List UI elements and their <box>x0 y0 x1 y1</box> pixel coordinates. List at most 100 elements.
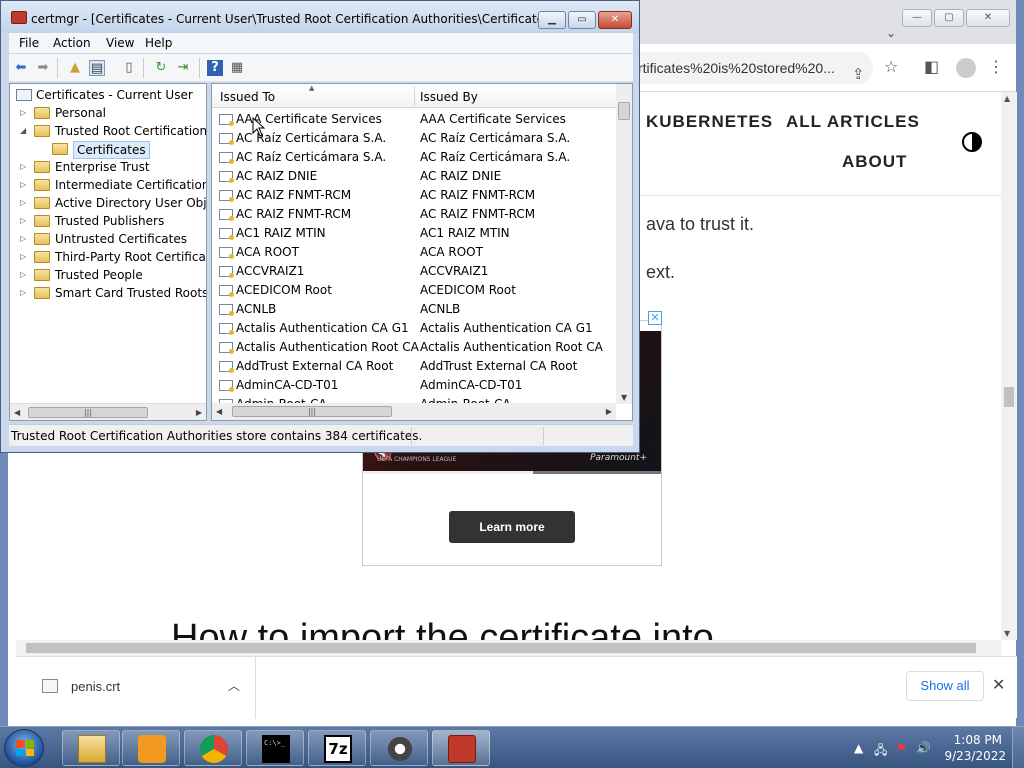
list-vertical-scrollbar[interactable]: ▼ <box>616 84 632 404</box>
certmgr-titlebar[interactable]: certmgr - [Certificates - Current User\T… <box>1 1 639 33</box>
expand-icon[interactable]: ▷ <box>20 158 30 176</box>
menu-help[interactable]: Help <box>145 36 172 50</box>
taskbar-cmd[interactable]: C:\>_ <box>246 730 304 766</box>
expand-icon[interactable]: ▷ <box>20 284 30 302</box>
bookmark-star-icon[interactable]: ☆ <box>884 57 898 76</box>
clock-time[interactable]: 1:08 PM <box>954 733 1002 747</box>
expand-icon[interactable]: ▷ <box>20 266 30 284</box>
nav-all-articles-link[interactable]: ALL ARTICLES <box>786 112 920 132</box>
list-horizontal-scrollbar[interactable]: ◀ ||| ▶ <box>212 403 616 420</box>
refresh-icon[interactable]: ↻ <box>153 60 169 76</box>
action-center-icon[interactable]: ⚑ <box>896 741 907 755</box>
menu-view[interactable]: View <box>106 36 134 50</box>
certificate-row[interactable]: AAA Certificate Services AAA Certificate … <box>212 110 616 129</box>
collapse-icon[interactable]: ◢ <box>20 122 30 140</box>
certificate-row[interactable]: AC1 RAIZ MTIN AC1 RAIZ MTIN <box>212 224 616 243</box>
tree-root[interactable]: Certificates - Current User <box>12 86 206 104</box>
show-hidden-icons[interactable]: ▲ <box>854 741 863 755</box>
scroll-left-icon[interactable]: ◀ <box>14 408 20 417</box>
profile-avatar-icon[interactable] <box>956 58 976 78</box>
tree-node-smart-card[interactable]: ▷ Smart Card Trusted Roots <box>20 284 206 302</box>
browser-close-button[interactable]: ✕ <box>966 9 1010 27</box>
expand-icon[interactable]: ▷ <box>20 212 30 230</box>
page-horizontal-scrollbar[interactable] <box>16 640 1001 656</box>
minimize-button[interactable]: ▁ <box>538 11 566 29</box>
certificate-row[interactable]: Actalis Authentication Root CA Actalis Au… <box>212 338 616 357</box>
tree-node-untrusted[interactable]: ▷ Untrusted Certificates <box>20 230 206 248</box>
tree-node-intermediate[interactable]: ▷Intermediate Certification Au <box>20 176 206 194</box>
taskbar-media-player[interactable] <box>122 730 180 766</box>
expand-icon[interactable]: ▷ <box>20 176 30 194</box>
nav-kubernetes-link[interactable]: KUBERNETES <box>646 112 773 132</box>
ad-close-icon[interactable]: ✕ <box>648 311 662 325</box>
scroll-right-icon[interactable]: ▶ <box>196 408 202 417</box>
page-horizontal-scroll-thumb[interactable] <box>26 643 976 653</box>
address-bar[interactable]: rtificates%20is%20stored%20... ⇪ <box>628 52 873 84</box>
taskbar-certmgr[interactable] <box>432 730 490 766</box>
scroll-right-icon[interactable]: ▶ <box>606 407 612 416</box>
certificate-row[interactable]: ACNLB ACNLB <box>212 300 616 319</box>
share-icon[interactable]: ⇪ <box>852 65 865 83</box>
menu-action[interactable]: Action <box>53 36 91 50</box>
side-panel-icon[interactable]: ◧ <box>924 57 939 76</box>
browser-maximize-button[interactable]: ▢ <box>934 9 964 27</box>
show-all-downloads-button[interactable]: Show all <box>906 671 984 701</box>
export-list-icon[interactable]: ⇥ <box>175 60 191 76</box>
nav-about-link[interactable]: ABOUT <box>842 152 907 172</box>
certificate-row[interactable]: ACEDICOM Root ACEDICOM Root <box>212 281 616 300</box>
certificate-row[interactable]: AddTrust External CA Root AddTrust Extern… <box>212 357 616 376</box>
action-pane-icon[interactable]: ▦ <box>229 60 245 76</box>
page-vertical-scroll-thumb[interactable] <box>1004 387 1014 407</box>
expand-icon[interactable]: ▷ <box>20 230 30 248</box>
certificate-row[interactable]: AC Raíz Certicámara S.A. AC Raíz Certicám… <box>212 148 616 167</box>
menu-kebab-icon[interactable]: ⋮ <box>988 57 1004 76</box>
download-file-name[interactable]: penis.crt <box>71 679 120 694</box>
expand-icon[interactable]: ▷ <box>20 194 30 212</box>
menu-file[interactable]: File <box>19 36 39 50</box>
certificate-row[interactable]: AdminCA-CD-T01 AdminCA-CD-T01 <box>212 376 616 395</box>
taskbar-explorer[interactable] <box>62 730 120 766</box>
column-issued-to[interactable]: Issued To <box>220 90 275 104</box>
certificate-row[interactable]: ACCVRAIZ1 ACCVRAIZ1 <box>212 262 616 281</box>
forward-icon[interactable]: ➡ <box>35 60 51 76</box>
show-desktop-button[interactable] <box>1012 727 1024 768</box>
tree-node-active-directory[interactable]: ▷Active Directory User Object <box>20 194 206 212</box>
help-icon[interactable]: ? <box>207 60 223 76</box>
certificate-row[interactable]: AC RAIZ DNIE AC RAIZ DNIE <box>212 167 616 186</box>
start-button[interactable] <box>4 729 44 767</box>
list-vertical-scroll-thumb[interactable] <box>618 102 630 120</box>
show-hide-tree-icon[interactable]: ▤ <box>89 60 105 76</box>
tree-node-third-party-root[interactable]: ▷Third-Party Root Certification <box>20 248 206 266</box>
volume-icon[interactable]: 🔊 <box>916 741 931 755</box>
tree-node-enterprise-trust[interactable]: ▷ Enterprise Trust <box>20 158 206 176</box>
certificate-row[interactable]: AC RAIZ FNMT-RCM AC RAIZ FNMT-RCM <box>212 186 616 205</box>
close-button[interactable]: ✕ <box>598 11 632 29</box>
tree-node-trusted-root[interactable]: ◢Trusted Root Certification Au <box>20 122 206 140</box>
theme-toggle-icon[interactable] <box>962 132 982 152</box>
taskbar-java[interactable] <box>370 730 428 766</box>
expand-icon[interactable]: ▷ <box>20 104 30 122</box>
column-issued-by[interactable]: Issued By <box>420 90 478 104</box>
tree-node-certificates[interactable]: Certificates <box>38 140 206 159</box>
expand-icon[interactable]: ▷ <box>20 248 30 266</box>
download-item[interactable]: penis.crt ︿ <box>16 657 256 719</box>
maximize-button[interactable]: ▭ <box>568 11 596 29</box>
tree-node-trusted-publishers[interactable]: ▷ Trusted Publishers <box>20 212 206 230</box>
close-download-bar-icon[interactable]: ✕ <box>992 675 1005 694</box>
scroll-down-icon[interactable]: ▼ <box>621 393 627 402</box>
taskbar-7zip[interactable]: 7z <box>308 730 366 766</box>
tree-node-personal[interactable]: ▷ Personal <box>20 104 206 122</box>
clock-date[interactable]: 9/23/2022 <box>944 749 1006 763</box>
tab-search-chevron-icon[interactable]: ⌄ <box>886 26 896 40</box>
tree-node-trusted-people[interactable]: ▷ Trusted People <box>20 266 206 284</box>
download-options-chevron-icon[interactable]: ︿ <box>228 677 240 694</box>
network-icon[interactable]: 🖧 <box>874 741 887 762</box>
up-one-level-icon[interactable]: ▲ <box>67 60 83 76</box>
taskbar-chrome[interactable] <box>184 730 242 766</box>
certificate-row[interactable]: ACA ROOT ACA ROOT <box>212 243 616 262</box>
browser-minimize-button[interactable]: — <box>902 9 932 27</box>
page-vertical-scrollbar[interactable]: ▲ ▼ <box>1001 92 1017 640</box>
clipboard-icon[interactable]: ▯ <box>121 60 137 76</box>
back-icon[interactable]: ⬅ <box>13 60 29 76</box>
scroll-left-icon[interactable]: ◀ <box>216 407 222 416</box>
